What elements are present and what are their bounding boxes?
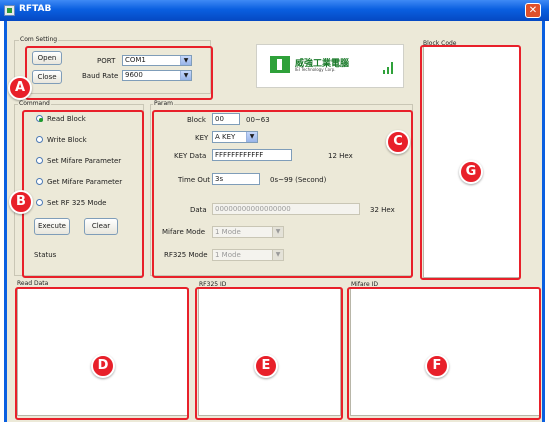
- callout-frame-c: [152, 110, 413, 278]
- callout-badge-b: B: [9, 190, 33, 214]
- callout-frame-b: [22, 110, 144, 278]
- callout-frame-f: [347, 287, 541, 420]
- title-bar: RFTAB ✕: [0, 0, 549, 21]
- com-setting-label: Com Setting: [19, 36, 59, 43]
- callout-badge-c: C: [386, 130, 410, 154]
- param-label: Param: [153, 100, 175, 107]
- read-data-label: Read Data: [16, 280, 50, 287]
- app-icon: [4, 5, 15, 16]
- signal-bars-icon: [383, 62, 395, 74]
- command-label: Command: [18, 100, 51, 107]
- callout-badge-d: D: [91, 354, 115, 378]
- logo-mark-icon: [270, 56, 290, 73]
- callout-badge-a: A: [8, 76, 32, 100]
- window-title: RFTAB: [19, 4, 52, 14]
- callout-frame-a: [25, 46, 213, 100]
- callout-badge-g: G: [459, 160, 483, 184]
- callout-badge-f: F: [425, 354, 449, 378]
- company-logo: 威強工業電腦 IEI Technology Corp.: [256, 44, 404, 88]
- callout-badge-e: E: [254, 354, 278, 378]
- logo-english-text: IEI Technology Corp.: [295, 67, 336, 72]
- close-icon[interactable]: ✕: [525, 3, 541, 18]
